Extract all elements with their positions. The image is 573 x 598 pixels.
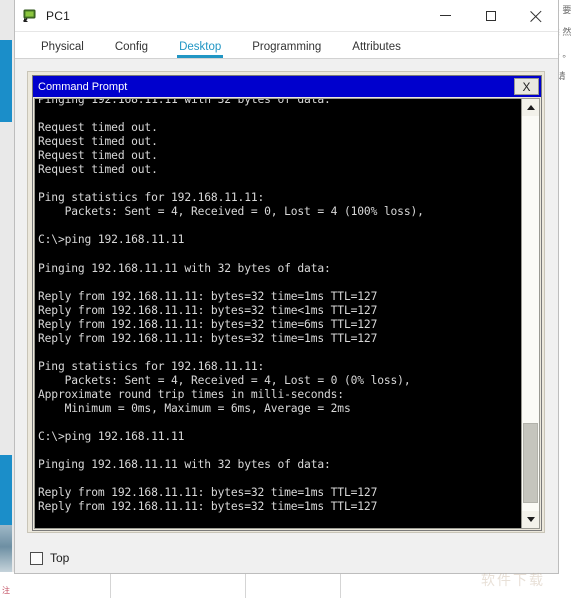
scrollbar-up-button[interactable] (522, 99, 539, 116)
command-prompt-titlebar: Command Prompt X (33, 76, 541, 97)
terminal-line: Request timed out. (38, 121, 158, 135)
device-pc-icon (22, 8, 38, 24)
background-photo-thumb (0, 525, 12, 573)
top-checkbox-label: Top (50, 551, 70, 565)
chevron-up-icon (526, 105, 535, 110)
maximize-button[interactable] (468, 0, 513, 31)
background-red-mark: 注 (2, 586, 10, 595)
terminal-line: Reply from 192.168.11.11: bytes=32 time=… (38, 317, 378, 331)
terminal-container: Pinging 192.168.11.11 with 32 bytes of d… (34, 98, 540, 529)
maximize-icon (485, 10, 496, 21)
terminal-line: Reply from 192.168.11.11: bytes=32 time<… (38, 303, 378, 317)
desktop-content-area: Command Prompt X Pinging 192.168.11.11 w… (15, 59, 558, 543)
background-grid-line (110, 572, 111, 598)
page-title: PC1 (46, 8, 70, 23)
terminal-line: Pinging 192.168.11.11 with 32 bytes of d… (38, 99, 331, 106)
command-prompt-window: Command Prompt X Pinging 192.168.11.11 w… (32, 75, 542, 531)
close-icon (529, 9, 542, 22)
terminal-lines: Pinging 192.168.11.11 with 32 bytes of d… (38, 99, 521, 514)
tab-programming[interactable]: Programming (252, 41, 321, 58)
terminal-line: Request timed out. (38, 163, 158, 177)
bottom-bar: Top (15, 543, 558, 573)
tab-desktop[interactable]: Desktop (177, 41, 224, 58)
tab-physical[interactable]: Physical (41, 41, 84, 58)
minimize-icon (440, 15, 451, 16)
terminal-scrollbar[interactable] (521, 99, 539, 528)
window-controls (423, 0, 558, 31)
close-button[interactable] (513, 0, 558, 31)
scrollbar-down-button[interactable] (522, 511, 539, 528)
command-prompt-title: Command Prompt (38, 80, 128, 93)
terminal-line: Reply from 192.168.11.11: bytes=32 time=… (38, 500, 378, 514)
top-checkbox[interactable] (30, 551, 43, 565)
scrollbar-thumb[interactable] (523, 423, 538, 503)
terminal-line: Reply from 192.168.11.11: bytes=32 time=… (38, 331, 378, 345)
tab-bar: Physical Config Desktop Programming Attr… (15, 32, 558, 59)
terminal-line: Packets: Sent = 4, Received = 4, Lost = … (38, 373, 411, 387)
window-titlebar: PC1 (15, 0, 558, 32)
terminal-line: Approximate round trip times in milli-se… (38, 387, 344, 401)
tab-config[interactable]: Config (115, 41, 148, 58)
terminal-line: Pinging 192.168.11.11 with 32 bytes of d… (38, 458, 331, 472)
terminal-line: Request timed out. (38, 135, 158, 149)
terminal-line: C:\>ping 192.168.11.11 (38, 233, 185, 247)
terminal-line: Ping statistics for 192.168.11.11: (38, 359, 265, 373)
terminal-line: Minimum = 0ms, Maximum = 6ms, Average = … (38, 402, 351, 416)
chevron-down-icon (526, 517, 535, 522)
background-blue-strip-top (0, 40, 12, 122)
background-blue-strip-bottom (0, 455, 12, 525)
command-prompt-close-button[interactable]: X (514, 78, 539, 95)
terminal-line: Reply from 192.168.11.11: bytes=32 time=… (38, 289, 378, 303)
terminal-output[interactable]: Pinging 192.168.11.11 with 32 bytes of d… (35, 99, 521, 528)
minimize-button[interactable] (423, 0, 468, 31)
terminal-line: Pinging 192.168.11.11 with 32 bytes of d… (38, 261, 331, 275)
pc1-window: PC1 Physical Config Desktop Programming … (14, 0, 559, 574)
terminal-line: Packets: Sent = 4, Received = 0, Lost = … (38, 205, 424, 219)
terminal-line: Reply from 192.168.11.11: bytes=32 time=… (38, 486, 378, 500)
tab-attributes[interactable]: Attributes (352, 41, 401, 58)
background-bottom-strip (0, 572, 573, 598)
terminal-line: Ping statistics for 192.168.11.11: (38, 191, 265, 205)
terminal-line: C:\>ping 192.168.11.11 (38, 430, 185, 444)
background-grid-line (245, 572, 246, 598)
terminal-line: Request timed out. (38, 149, 158, 163)
background-grid-line (340, 572, 341, 598)
application-panel: Command Prompt X Pinging 192.168.11.11 w… (27, 71, 545, 533)
